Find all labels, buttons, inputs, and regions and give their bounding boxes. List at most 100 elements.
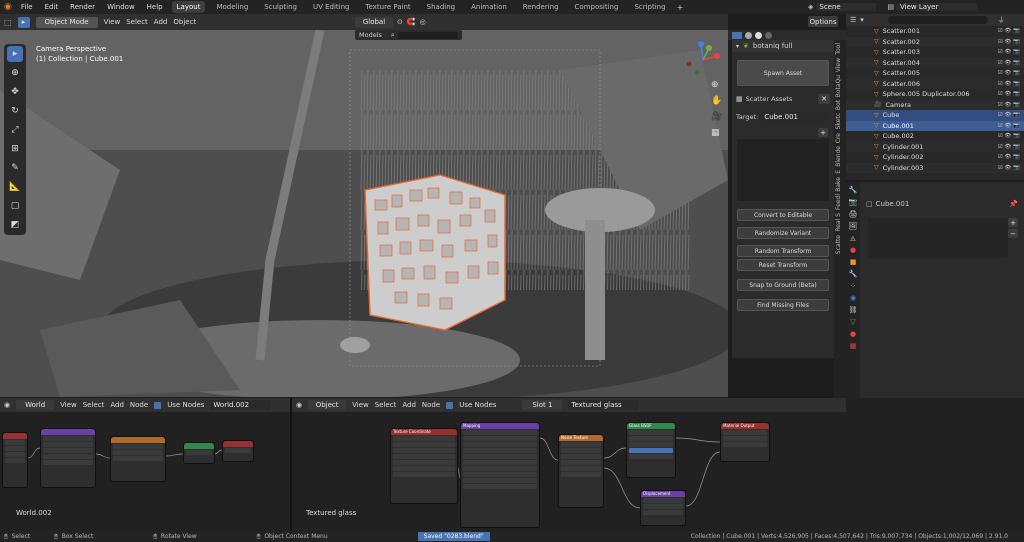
visibility-icons[interactable]: ☑ 👁 📷 — [998, 144, 1020, 150]
snap-to-ground-button[interactable]: Snap to Ground (Beta) — [737, 279, 829, 291]
tab-rendering[interactable]: Rendering — [518, 1, 564, 13]
visibility-icons[interactable]: ☑ 👁 📷 — [998, 102, 1020, 108]
cursor-icon[interactable]: ⊕ — [7, 65, 23, 81]
find-missing-files-button[interactable]: Find Missing Files — [737, 299, 829, 311]
tab-tool[interactable]: Tool — [835, 43, 842, 55]
tab-e[interactable]: E — [835, 170, 842, 174]
add-workspace-icon[interactable]: + — [677, 3, 684, 12]
pin-icon[interactable]: 📌 — [1009, 200, 1018, 208]
mode-dropdown[interactable]: Object Mode — [35, 16, 98, 28]
render-props-icon[interactable]: 📷 — [849, 198, 858, 206]
outliner-row[interactable]: ▽ Scatter.002 ☑ 👁 📷 — [846, 36, 1024, 47]
pivot-icon[interactable]: ⊙ — [397, 18, 403, 26]
solid-shading-icon[interactable] — [745, 31, 752, 39]
search-icon[interactable]: ⌕ — [391, 31, 395, 40]
node-editors[interactable]: ◉ World View Select Add Node Use Nodes W… — [0, 398, 1024, 531]
visibility-icons[interactable]: ☑ 👁 📷 — [998, 133, 1020, 139]
tab-compositing[interactable]: Compositing — [570, 1, 624, 13]
convert-to-editable-button[interactable]: Convert to Editable — [737, 209, 829, 221]
tab-sketch[interactable]: Sketc — [835, 113, 842, 129]
world-props-icon[interactable]: ● — [850, 246, 856, 254]
camera-view-icon[interactable]: 🎥 — [711, 112, 722, 122]
tab-scatter[interactable]: Scatte — [835, 235, 842, 254]
properties-list[interactable] — [868, 218, 1008, 258]
menu-help[interactable]: Help — [144, 3, 166, 11]
outliner-row[interactable]: ▽ Scatter.001 ☑ 👁 📷 — [846, 26, 1024, 37]
menu-render[interactable]: Render — [67, 3, 98, 11]
outliner-row[interactable]: ▽ Scatter.006 ☑ 👁 📷 — [846, 78, 1024, 89]
menu-select[interactable]: Select — [126, 18, 148, 26]
blender-logo-icon[interactable]: ◉ — [4, 2, 12, 12]
outliner-editor-icon[interactable]: ☰ — [850, 16, 856, 24]
move-icon[interactable]: ✥ — [7, 84, 23, 100]
measure-icon[interactable]: 📐 — [7, 179, 23, 195]
tab-create[interactable]: Cre — [835, 133, 842, 143]
view-layer-props-icon[interactable]: 🖼 — [849, 222, 858, 230]
select-box-icon[interactable]: ▸ — [7, 46, 23, 62]
outliner-search-input[interactable] — [887, 16, 988, 24]
navigation-gizmo[interactable] — [683, 38, 723, 78]
list-add-icon[interactable]: + — [1008, 218, 1018, 227]
random-transform-button[interactable]: Random Transform — [737, 245, 829, 257]
menu-edit[interactable]: Edit — [42, 3, 62, 11]
visibility-icons[interactable]: ☑ 👁 📷 — [998, 154, 1020, 160]
view-layer-field[interactable]: View Layer — [897, 3, 978, 11]
botaniq-header[interactable]: ▾ ❦ botaniq full — [732, 40, 834, 52]
outliner-funnel-icon[interactable]: ⏚ — [998, 15, 1005, 25]
visibility-icons[interactable]: ☑ 👁 📷 — [998, 91, 1020, 97]
visibility-icons[interactable]: ☑ 👁 📷 — [998, 60, 1020, 66]
spawn-asset-button[interactable]: Spawn Asset — [737, 60, 829, 86]
visibility-icons[interactable]: ☑ 👁 📷 — [998, 165, 1020, 171]
tab-real-s[interactable]: Real S — [835, 213, 842, 232]
grid-icon[interactable]: ▦ — [711, 128, 722, 138]
select-mode-icon[interactable]: ▸ — [17, 16, 30, 28]
output-props-icon[interactable]: 🖨 — [849, 210, 858, 218]
shading-mode-icon[interactable] — [732, 31, 742, 39]
annotate-icon[interactable]: ✎ — [7, 160, 23, 176]
outliner-row[interactable]: ▽ Sphere.005 Duplicator.006 ☑ 👁 📷 — [846, 89, 1024, 100]
tool-props-icon[interactable]: 🔧 — [849, 186, 858, 194]
outliner-row[interactable]: ▽ Cube ☑ 👁 📷 — [846, 110, 1024, 121]
tab-botaqu[interactable]: BotaQu — [835, 75, 842, 97]
constraints-props-icon[interactable]: ⛓ — [849, 306, 858, 314]
visibility-icons[interactable]: ☑ 👁 📷 — [998, 39, 1020, 45]
outliner-row[interactable]: ▽ Scatter.004 ☑ 👁 📷 — [846, 57, 1024, 68]
tab-sculpting[interactable]: Sculpting — [259, 1, 302, 13]
tab-scripting[interactable]: Scripting — [629, 1, 670, 13]
visibility-icons[interactable]: ☑ 👁 📷 — [998, 112, 1020, 118]
tab-texture-paint[interactable]: Texture Paint — [361, 1, 416, 13]
tab-modeling[interactable]: Modeling — [211, 1, 253, 13]
proportional-icon[interactable]: ◎ — [420, 18, 426, 26]
tab-bot[interactable]: Bot — [835, 100, 842, 110]
scatter-tool-icon[interactable]: ◩ — [7, 217, 23, 233]
visibility-icons[interactable]: ☑ 👁 📷 — [998, 70, 1020, 76]
outliner-row[interactable]: ▽ Scatter.003 ☑ 👁 📷 — [846, 47, 1024, 58]
outliner-row[interactable]: ▽ Cube.001 ☑ 👁 📷 — [846, 120, 1024, 131]
target-field[interactable]: Cube.001 — [761, 111, 830, 123]
outliner-row[interactable]: ▽ Cylinder.002 ☑ 👁 📷 — [846, 152, 1024, 163]
material-shading-icon[interactable] — [755, 31, 762, 39]
material-props-icon[interactable]: ● — [850, 330, 856, 338]
visibility-icons[interactable]: ☑ 👁 📷 — [998, 49, 1020, 55]
menu-view[interactable]: View — [104, 18, 121, 26]
rendered-shading-icon[interactable] — [765, 31, 772, 39]
3d-viewport[interactable]: Camera Perspective (1) Collection | Cube… — [0, 30, 728, 397]
scene-props-icon[interactable]: ◬ — [850, 234, 855, 242]
tab-bake[interactable]: Bake — [835, 177, 842, 192]
rotate-icon[interactable]: ↻ — [7, 103, 23, 119]
transform-icon[interactable]: ⊞ — [7, 141, 23, 157]
visibility-icons[interactable]: ☑ 👁 📷 — [998, 28, 1020, 34]
selected-cube-object[interactable] — [364, 174, 506, 331]
options-button[interactable]: Options — [808, 16, 838, 27]
texture-props-icon[interactable]: ▦ — [850, 342, 857, 350]
menu-add[interactable]: Add — [154, 18, 168, 26]
menu-file[interactable]: File — [18, 3, 36, 11]
models-search-input[interactable] — [397, 31, 458, 39]
outliner-row[interactable]: 🎥 Camera ☑ 👁 📷 — [846, 99, 1024, 110]
object-props-icon[interactable]: ■ — [850, 258, 857, 266]
outliner-filter-icon[interactable]: ▾ — [860, 16, 864, 24]
reset-transform-button[interactable]: Reset Transform — [737, 259, 829, 271]
list-remove-icon[interactable]: − — [1008, 229, 1018, 238]
visibility-icons[interactable]: ☑ 👁 📷 — [998, 81, 1020, 87]
tab-uv-editing[interactable]: UV Editing — [308, 1, 355, 13]
